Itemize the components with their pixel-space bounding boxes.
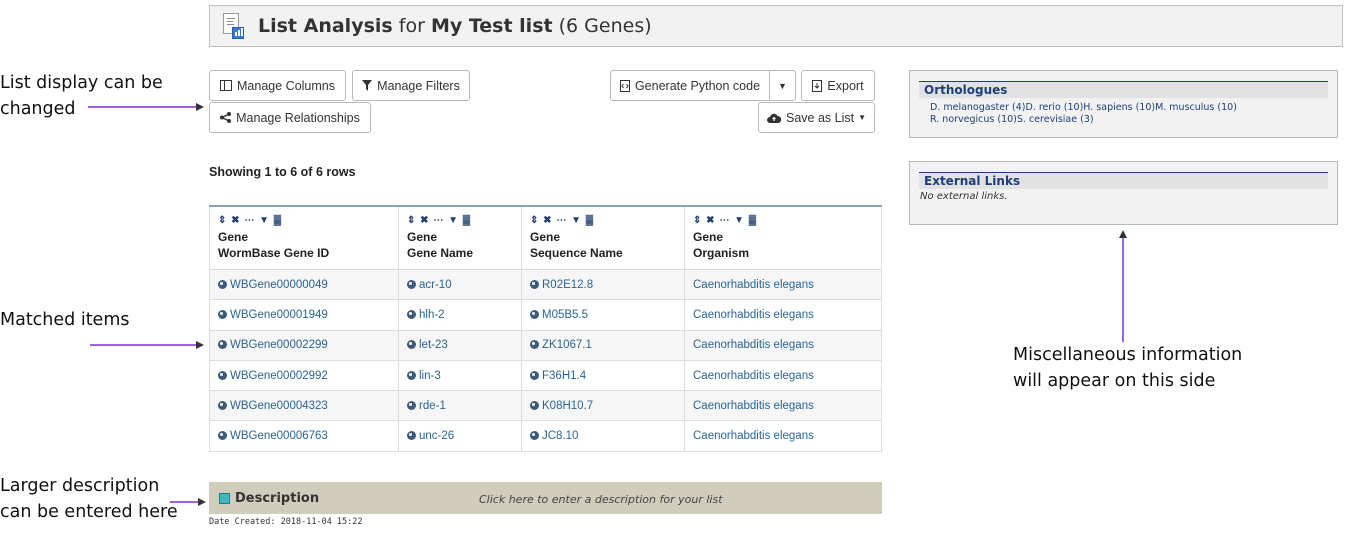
external-links-title: External Links (919, 172, 1328, 189)
globe-icon (407, 400, 416, 410)
sequence-name-cell[interactable]: JC8.10 (521, 420, 685, 452)
globe-icon (407, 309, 416, 319)
description-label: Description (235, 490, 320, 506)
globe-icon (530, 400, 539, 410)
globe-icon (530, 370, 539, 380)
globe-icon (218, 400, 227, 410)
manage-relationships-button[interactable]: Manage Relationships (209, 102, 371, 133)
arrow-right-icon (90, 341, 204, 349)
table-row: WBGene00001949 hlh-2 M05B5.5 Caenorhabdi… (209, 299, 882, 331)
arrow-up-icon (1119, 230, 1127, 342)
date-created: Date Created: 2018-11-04 15:22 (209, 517, 363, 527)
gene-id-cell[interactable]: WBGene00002299 (209, 329, 399, 361)
gene-name-cell[interactable]: lin-3 (398, 359, 522, 392)
page-header: List Analysis for My Test list (6 Genes) (209, 5, 1343, 47)
columns-icon (220, 80, 233, 91)
organism-cell[interactable]: Caenorhabditis elegans (684, 299, 882, 331)
globe-icon (218, 431, 227, 441)
orthologues-panel: Orthologues D. melanogaster (4)D. rerio … (909, 70, 1338, 138)
code-file-icon (619, 79, 630, 92)
gene-name-cell[interactable]: let-23 (398, 329, 522, 361)
organism-cell[interactable]: Caenorhabditis elegans (684, 329, 882, 361)
organism-cell[interactable]: Caenorhabditis elegans (684, 359, 882, 392)
external-links-panel: External Links No external links. (909, 161, 1338, 225)
row-count-text: Showing 1 to 6 of 6 rows (209, 165, 356, 179)
filter-icon (362, 80, 373, 91)
gene-name-cell[interactable]: hlh-2 (398, 299, 522, 331)
table-row: WBGene00002992 lin-3 F36H1.4 Caenorhabdi… (209, 359, 882, 392)
gene-id-cell[interactable]: WBGene00001949 (209, 299, 399, 331)
sequence-name-cell[interactable]: R02E12.8 (521, 268, 685, 301)
save-as-list-button[interactable]: Save as List ▼ (758, 102, 875, 133)
cloud-upload-icon (767, 113, 781, 123)
caret-down-icon: ▼ (858, 113, 866, 122)
orthologues-title: Orthologues (919, 81, 1328, 98)
annotation-misc-info: Miscellaneous information will appear on… (1013, 345, 1243, 391)
table-header-row: ⇕ ✖ ⋯ ▼ ▓ Gene WormBase Gene ID ⇕ ✖ ⋯ ▼ … (209, 206, 882, 270)
globe-icon (530, 431, 539, 441)
description-square-icon (219, 492, 230, 504)
list-analysis-icon (222, 13, 244, 39)
table-row: WBGene00004323 rde-1 K08H10.7 Caenorhabd… (209, 390, 882, 422)
globe-icon (218, 340, 227, 350)
export-file-icon (812, 79, 823, 92)
page-title: List Analysis for My Test list (6 Genes) (258, 15, 652, 37)
column-header-gene-name[interactable]: ⇕ ✖ ⋯ ▼ ▓ Gene Gene Name (398, 206, 522, 270)
generate-python-dropdown[interactable]: ▼ (769, 70, 796, 101)
manage-columns-button[interactable]: Manage Columns (209, 70, 346, 101)
gene-name-cell[interactable]: acr-10 (398, 268, 522, 301)
table-row: WBGene00006763 unc-26 JC8.10 Caenorhabdi… (209, 420, 882, 452)
gene-id-cell[interactable]: WBGene00004323 (209, 390, 399, 422)
gene-name-cell[interactable]: unc-26 (398, 420, 522, 452)
globe-icon (407, 370, 416, 380)
column-controls[interactable]: ⇕ ✖ ⋯ ▼ ▓ (218, 213, 390, 228)
column-header-gene-id[interactable]: ⇕ ✖ ⋯ ▼ ▓ Gene WormBase Gene ID (209, 206, 399, 270)
gene-id-cell[interactable]: WBGene00000049 (209, 268, 399, 301)
gene-id-cell[interactable]: WBGene00006763 (209, 420, 399, 452)
globe-icon (218, 309, 227, 319)
globe-icon (530, 279, 539, 289)
sequence-name-cell[interactable]: K08H10.7 (521, 390, 685, 422)
arrow-right-icon (170, 498, 206, 506)
column-controls[interactable]: ⇕ ✖ ⋯ ▼ ▓ (407, 213, 513, 228)
export-button[interactable]: Export (801, 70, 875, 101)
annotation-matched-items: Matched items (0, 310, 130, 330)
arrow-right-icon (88, 103, 204, 111)
table-row: WBGene00002299 let-23 ZK1067.1 Caenorhab… (209, 329, 882, 361)
share-icon (220, 112, 232, 123)
gene-name-cell[interactable]: rde-1 (398, 390, 522, 422)
description-bar[interactable]: Description Click here to enter a descri… (209, 482, 882, 514)
orthologues-links[interactable]: D. melanogaster (4)D. rerio (10)H. sapie… (930, 102, 1317, 126)
sequence-name-cell[interactable]: F36H1.4 (521, 359, 685, 392)
globe-icon (407, 279, 416, 289)
column-controls[interactable]: ⇕ ✖ ⋯ ▼ ▓ (530, 213, 676, 228)
column-controls[interactable]: ⇕ ✖ ⋯ ▼ ▓ (693, 213, 873, 228)
globe-icon (407, 340, 416, 350)
organism-cell[interactable]: Caenorhabditis elegans (684, 420, 882, 452)
generate-python-button[interactable]: Generate Python code (610, 70, 770, 101)
caret-down-icon: ▼ (778, 80, 787, 91)
no-external-links-text: No external links. (920, 191, 1008, 202)
column-header-organism[interactable]: ⇕ ✖ ⋯ ▼ ▓ Gene Organism (684, 206, 882, 270)
description-prompt-link[interactable]: Click here to enter a description for yo… (479, 493, 723, 506)
globe-icon (218, 279, 227, 289)
sequence-name-cell[interactable]: ZK1067.1 (521, 329, 685, 361)
organism-cell[interactable]: Caenorhabditis elegans (684, 268, 882, 301)
sequence-name-cell[interactable]: M05B5.5 (521, 299, 685, 331)
results-table: ⇕ ✖ ⋯ ▼ ▓ Gene WormBase Gene ID ⇕ ✖ ⋯ ▼ … (209, 205, 882, 452)
globe-icon (407, 431, 416, 441)
table-row: WBGene00000049 acr-10 R02E12.8 Caenorhab… (209, 268, 882, 301)
globe-icon (530, 309, 539, 319)
gene-id-cell[interactable]: WBGene00002992 (209, 359, 399, 392)
globe-icon (218, 370, 227, 380)
annotation-list-display: List display can be changed (0, 73, 163, 119)
annotation-description: Larger description can be entered here (0, 476, 178, 522)
manage-filters-button[interactable]: Manage Filters (352, 70, 470, 101)
column-header-sequence-name[interactable]: ⇕ ✖ ⋯ ▼ ▓ Gene Sequence Name (521, 206, 685, 270)
organism-cell[interactable]: Caenorhabditis elegans (684, 390, 882, 422)
globe-icon (530, 340, 539, 350)
